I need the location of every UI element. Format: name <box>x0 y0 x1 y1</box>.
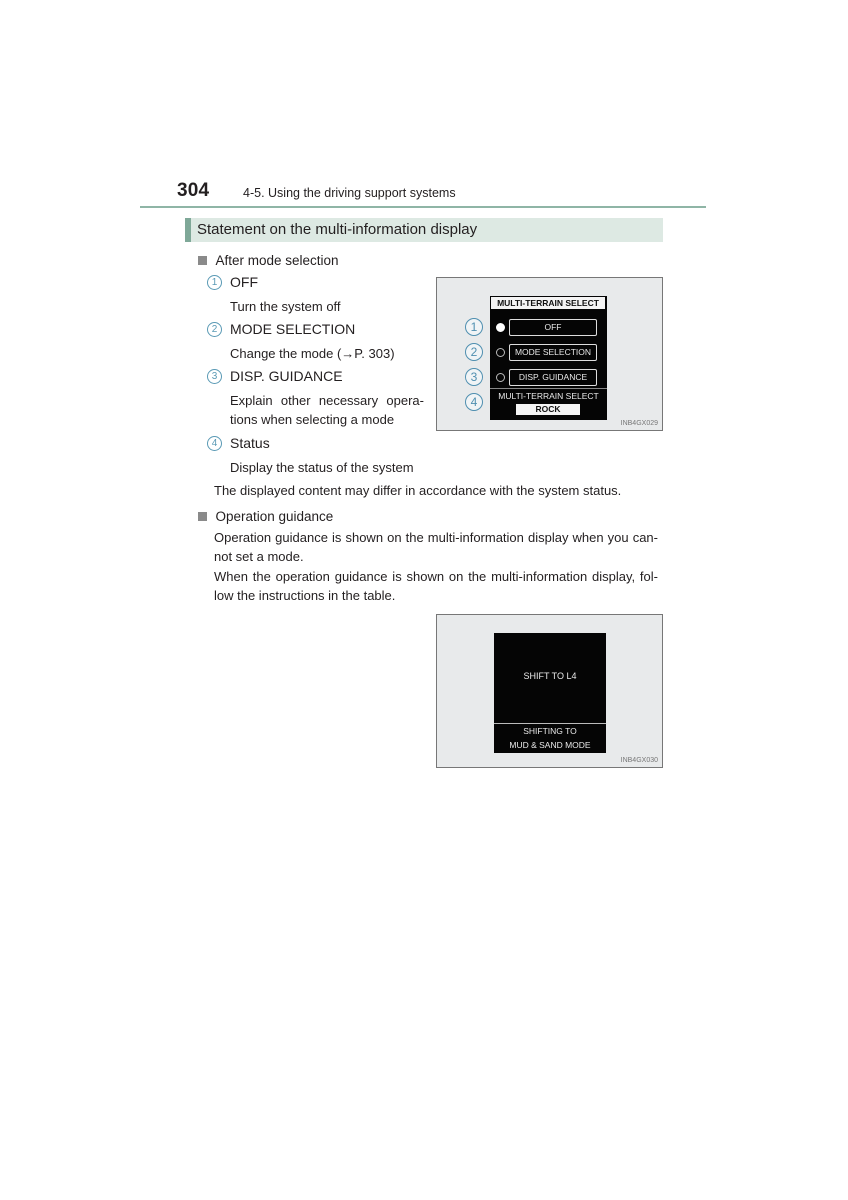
page-number: 304 <box>177 180 210 201</box>
figure-multi-terrain-select: MULTI-TERRAIN SELECT OFF MODE SELECTION … <box>436 277 663 431</box>
bullet-square-icon <box>198 512 207 521</box>
operation-guidance-heading-row: Operation guidance <box>198 508 333 526</box>
guidance-bottom-line1: SHIFTING TO <box>523 726 577 736</box>
operation-guidance-para2-line2: low the instructions in the table. <box>214 588 396 603</box>
after-mode-selection-heading-row: After mode selection <box>198 252 339 270</box>
after-mode-selection-heading: After mode selection <box>215 253 339 268</box>
item-desc-disp-guidance-line1: Explain other necessary opera- <box>230 393 424 408</box>
chapter-title: 4-5. Using the driving support systems <box>243 186 456 200</box>
screen-button-mode-selection: MODE SELECTION <box>509 344 597 361</box>
display-note: The displayed content may differ in acco… <box>214 483 622 498</box>
screen-title: MULTI-TERRAIN SELECT <box>491 297 605 309</box>
item-number-4: 4 <box>207 436 222 451</box>
callout-2: 2 <box>465 343 483 361</box>
status-label: MULTI-TERRAIN SELECT <box>498 391 599 401</box>
callout-4: 4 <box>465 393 483 411</box>
screen-button-off: OFF <box>509 319 597 336</box>
item-number-3: 3 <box>207 369 222 384</box>
guidance-screen: SHIFT TO L4 SHIFTING TO MUD & SAND MODE <box>494 633 606 753</box>
display-screen: MULTI-TERRAIN SELECT OFF MODE SELECTION … <box>490 296 607 420</box>
section-title: Statement on the multi-information displ… <box>197 221 478 238</box>
operation-guidance-para1-line1: Operation guidance is shown on the multi… <box>214 530 658 545</box>
bullet-square-icon <box>198 256 207 265</box>
figure-code: INB4GX029 <box>620 420 658 427</box>
figure-code: INB4GX030 <box>620 757 658 764</box>
screen-button-disp-guidance: DISP. GUIDANCE <box>509 369 597 386</box>
screen-divider <box>494 723 606 724</box>
operation-guidance-para2-line1: When the operation guidance is shown on … <box>214 569 658 584</box>
screen-divider <box>490 388 607 389</box>
status-value: ROCK <box>516 404 580 415</box>
item-label-disp-guidance: DISP. GUIDANCE <box>230 368 343 384</box>
operation-guidance-heading: Operation guidance <box>215 509 334 524</box>
item-label-mode-selection: MODE SELECTION <box>230 321 356 337</box>
item-number-2: 2 <box>207 322 222 337</box>
item-desc-status: Display the status of the system <box>230 460 414 475</box>
callout-1: 1 <box>465 318 483 336</box>
item-desc-disp-guidance-line2: tions when selecting a mode <box>230 412 395 427</box>
figure-shift-guidance: SHIFT TO L4 SHIFTING TO MUD & SAND MODE … <box>436 614 663 768</box>
item-label-off: OFF <box>230 274 258 290</box>
radio-selected-icon <box>496 323 505 332</box>
guidance-bottom-line2: MUD & SAND MODE <box>509 740 591 750</box>
item-desc-mode-selection: Change the mode (→P. 303) <box>230 346 395 361</box>
guidance-main-text: SHIFT TO L4 <box>523 671 577 681</box>
radio-icon <box>496 348 505 357</box>
callout-3: 3 <box>465 368 483 386</box>
operation-guidance-para1-line2: not set a mode. <box>214 549 304 564</box>
item-label-status: Status <box>230 435 270 451</box>
item-number-1: 1 <box>207 275 222 290</box>
radio-icon <box>496 373 505 382</box>
item-desc-off: Turn the system off <box>230 299 341 314</box>
header-divider <box>140 206 706 208</box>
